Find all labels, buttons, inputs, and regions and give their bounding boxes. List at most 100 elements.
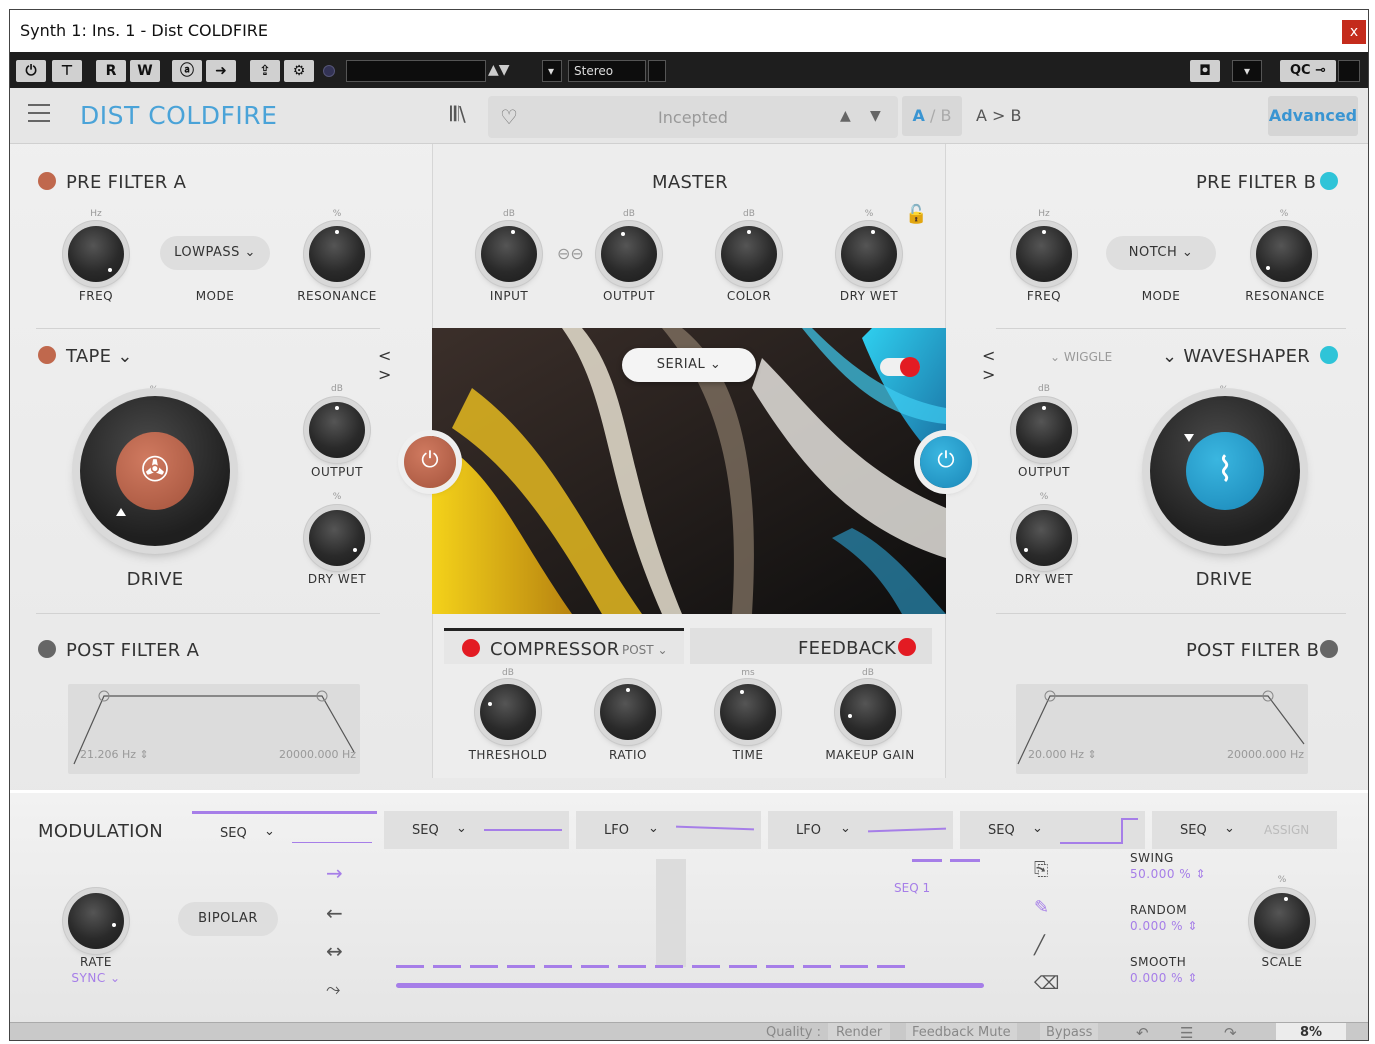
random-icon[interactable]: ⤳: [326, 979, 340, 1000]
arrow-icon[interactable]: ➜: [206, 60, 236, 82]
tape-nav-icon[interactable]: < >: [370, 346, 400, 384]
read-automation-button[interactable]: R: [96, 60, 126, 82]
waveshaper-title[interactable]: ⌄ WAVESHAPER: [1162, 346, 1310, 367]
link-icon[interactable]: ⊖⊖: [557, 244, 584, 263]
library-icon[interactable]: 𝄃𝄃\: [450, 102, 466, 126]
qc-extra[interactable]: [1338, 60, 1360, 82]
waveshaper-sub-select[interactable]: ⌄ WIGGLE: [1050, 350, 1112, 364]
ws-output-knob[interactable]: [1016, 402, 1072, 458]
ws-drywet-knob[interactable]: [1016, 510, 1072, 566]
line-icon[interactable]: ╱: [1034, 935, 1045, 956]
preset-bar[interactable]: ♡ Incepted ▲ ▼: [488, 96, 898, 138]
rate-mode-select[interactable]: SYNC ⌄: [66, 971, 126, 985]
camera-icon[interactable]: ◘: [1190, 60, 1220, 82]
redo-icon[interactable]: ↷: [1224, 1023, 1237, 1040]
post-filter-b-toggle[interactable]: [1320, 640, 1338, 658]
forward-icon[interactable]: →: [326, 861, 343, 885]
pencil-icon[interactable]: ✎: [1034, 897, 1049, 918]
pre-filter-a-toggle[interactable]: [38, 172, 56, 190]
pre-a-freq-knob[interactable]: [68, 226, 124, 282]
waveshaper-toggle[interactable]: [1320, 346, 1338, 364]
preset-field[interactable]: [346, 60, 486, 82]
ab-switch[interactable]: A / B: [902, 96, 962, 136]
export-icon[interactable]: ⇪: [250, 60, 280, 82]
tape-title[interactable]: TAPE ⌄: [66, 346, 133, 367]
master-drywet-knob[interactable]: [841, 226, 897, 282]
sequencer-length-bar[interactable]: [396, 983, 984, 988]
channel-mode-select[interactable]: Stereo: [568, 60, 646, 82]
post-b-high-freq[interactable]: 20000.000 Hz: [1227, 748, 1304, 761]
mod-tab-6[interactable]: SEQ ⌄ ASSIGN: [1152, 811, 1337, 849]
feedback-header[interactable]: FEEDBACK: [690, 628, 932, 664]
preset-nav-icon[interactable]: ▲▼: [488, 62, 510, 78]
post-filter-b-graph[interactable]: 20.000 Hz ⇕ 20000.000 Hz: [1016, 684, 1308, 774]
channel-mode-arrow[interactable]: [648, 60, 666, 82]
swing-value[interactable]: 50.000 % ⇕: [1130, 867, 1206, 881]
pingpong-icon[interactable]: ↔: [326, 939, 343, 963]
master-output-knob[interactable]: [601, 226, 657, 282]
feedback-mute-button[interactable]: Feedback Mute: [906, 1023, 1017, 1040]
ratio-knob[interactable]: [600, 684, 656, 740]
waveshaper-nav-icon[interactable]: < >: [974, 346, 1004, 384]
feedback-toggle[interactable]: [880, 357, 920, 377]
bypass-button[interactable]: Bypass: [1040, 1023, 1099, 1040]
mod-tab-2[interactable]: SEQ ⌄: [384, 811, 569, 849]
options-dropdown-icon[interactable]: ▾: [1232, 60, 1262, 82]
add-icon[interactable]: ⎘: [1034, 859, 1048, 880]
post-a-high-freq[interactable]: 20000.000 Hz: [279, 748, 356, 761]
gear-icon[interactable]: ⚙: [284, 60, 314, 82]
compressor-toggle[interactable]: [462, 639, 480, 657]
tape-output-knob[interactable]: [309, 402, 365, 458]
pre-b-mode-select[interactable]: NOTCH ⌄: [1106, 236, 1216, 270]
post-filter-a-graph[interactable]: 21.206 Hz ⇕ 20000.000 Hz: [68, 684, 360, 774]
close-button[interactable]: x: [1342, 20, 1366, 44]
pre-b-freq-knob[interactable]: [1016, 226, 1072, 282]
random-value[interactable]: 0.000 % ⇕: [1130, 919, 1198, 933]
menu-icon[interactable]: [28, 104, 50, 124]
eraser-icon[interactable]: ⌫: [1034, 973, 1059, 994]
compressor-header[interactable]: COMPRESSOR POST ⌄: [444, 628, 684, 664]
lock-icon[interactable]: 🔓: [905, 204, 927, 225]
quick-controls-button[interactable]: QC ⊸: [1280, 60, 1336, 82]
bipolar-button[interactable]: BIPOLAR: [178, 902, 278, 936]
preset-prev-icon[interactable]: ▲: [840, 108, 851, 124]
post-b-low-freq[interactable]: 20.000 Hz ⇕: [1028, 748, 1097, 761]
pre-filter-b-toggle[interactable]: [1320, 172, 1338, 190]
rate-knob[interactable]: [68, 893, 124, 949]
backward-icon[interactable]: ←: [326, 901, 343, 925]
mod-tab-3[interactable]: LFO ⌄: [576, 811, 761, 849]
sequencer-grid[interactable]: SEQ 1: [396, 859, 986, 1009]
pre-b-resonance-knob[interactable]: [1256, 226, 1312, 282]
ab-copy-button[interactable]: A > B: [976, 106, 1022, 125]
advanced-button[interactable]: Advanced: [1268, 96, 1358, 136]
time-knob[interactable]: [720, 684, 776, 740]
power-icon[interactable]: ⏻: [16, 60, 46, 82]
bypass-slot-icon[interactable]: ⊤: [52, 60, 82, 82]
routing-select[interactable]: SERIAL ⌄: [622, 348, 756, 382]
ws-drive-knob[interactable]: ⌇: [1150, 396, 1300, 546]
tape-power-button[interactable]: ⏻: [404, 436, 456, 488]
preset-dropdown-icon[interactable]: ▾: [542, 60, 562, 82]
threshold-knob[interactable]: [480, 684, 536, 740]
tape-toggle[interactable]: [38, 346, 56, 364]
master-color-knob[interactable]: [721, 226, 777, 282]
mod-tab-4[interactable]: LFO ⌄: [768, 811, 953, 849]
waveshaper-power-button[interactable]: ⏻: [920, 436, 972, 488]
history-icon[interactable]: ☰: [1180, 1023, 1193, 1040]
write-automation-button[interactable]: W: [130, 60, 160, 82]
pre-a-resonance-knob[interactable]: [309, 226, 365, 282]
mod-tab-1[interactable]: SEQ ⌄: [192, 811, 377, 849]
post-a-low-freq[interactable]: 21.206 Hz ⇕: [80, 748, 149, 761]
feedback-led[interactable]: [898, 638, 916, 656]
sidechain-icon[interactable]: ⓐ: [172, 60, 202, 82]
pre-a-mode-select[interactable]: LOWPASS ⌄: [160, 236, 270, 270]
tape-drive-knob[interactable]: ✇: [80, 396, 230, 546]
compressor-position-select[interactable]: POST ⌄: [622, 643, 668, 657]
preset-next-icon[interactable]: ▼: [870, 108, 881, 124]
mod-tab-5[interactable]: SEQ ⌄: [960, 811, 1145, 849]
scale-knob[interactable]: [1254, 893, 1310, 949]
undo-icon[interactable]: ↶: [1136, 1023, 1149, 1040]
smooth-value[interactable]: 0.000 % ⇕: [1130, 971, 1198, 985]
tape-drywet-knob[interactable]: [309, 510, 365, 566]
post-filter-a-toggle[interactable]: [38, 640, 56, 658]
